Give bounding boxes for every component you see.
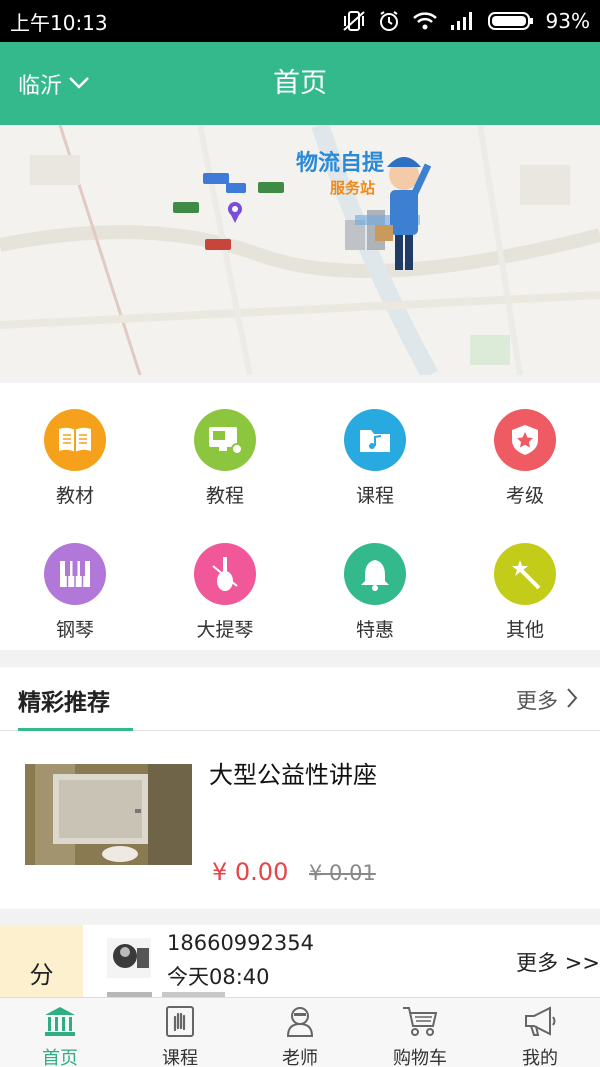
- category-tutorial[interactable]: 教程: [150, 383, 300, 507]
- star-shield-icon: [494, 409, 556, 471]
- tab-label: 购物车: [393, 1048, 447, 1067]
- category-exam[interactable]: 考级: [450, 383, 600, 507]
- course-title[interactable]: 大型公益性讲座: [209, 755, 377, 790]
- signal-icon: [450, 11, 476, 31]
- category-label: 教材: [55, 485, 94, 507]
- category-textbook[interactable]: 教材: [0, 383, 150, 507]
- banner-heading: 物流自提: [296, 150, 385, 176]
- battery-icon: [487, 11, 534, 31]
- city-label: 临沂: [18, 73, 63, 99]
- share-user-phone: 18660992354: [167, 931, 314, 955]
- wifi-icon: [412, 11, 438, 31]
- share-feed: 分 18660992354 今天08:40 更多 >>: [0, 925, 600, 997]
- category-label: 教程: [205, 485, 244, 507]
- book-icon: [44, 409, 106, 471]
- tab-indicator: [18, 728, 133, 731]
- category-label: 特惠: [355, 619, 394, 641]
- monitor-icon: [194, 409, 256, 471]
- share-tag: 分: [0, 925, 83, 997]
- music-folder-icon: [344, 409, 406, 471]
- category-grid: 教材 教程 课程 考级 钢琴 大提琴 特惠 其他: [0, 383, 600, 650]
- category-other[interactable]: 其他: [450, 517, 600, 641]
- tab-recommend[interactable]: 精彩推荐: [18, 683, 110, 717]
- feed-more-button[interactable]: 更多 >>: [516, 947, 600, 977]
- tab-label: 我的: [522, 1048, 558, 1067]
- battery-percent: 93%: [545, 9, 590, 33]
- tab-label: 课程: [162, 1048, 198, 1067]
- course-original-price: ¥ 0.01: [309, 861, 376, 885]
- map-illustration: 物流自提 服务站: [0, 125, 600, 375]
- chevron-right-icon: [566, 687, 578, 714]
- bank-icon: [42, 1004, 78, 1042]
- tab-label: 老师: [282, 1048, 318, 1067]
- tab-teachers[interactable]: 老师: [240, 998, 360, 1067]
- banner-subheading: 服务站: [330, 179, 375, 197]
- app-header: 临沂 首页: [0, 42, 600, 125]
- magic-wand-icon: [494, 543, 556, 605]
- tab-mine[interactable]: 我的: [480, 998, 600, 1067]
- category-label: 钢琴: [55, 619, 94, 641]
- course-price: ¥ 0.00: [212, 858, 289, 886]
- share-time: 今天08:40: [167, 965, 270, 989]
- category-course[interactable]: 课程: [300, 383, 450, 507]
- vibrate-mute-icon: [342, 10, 366, 32]
- category-label: 大提琴: [196, 619, 254, 641]
- bell-icon: [344, 543, 406, 605]
- city-selector[interactable]: 临沂: [18, 42, 90, 125]
- category-label: 考级: [505, 485, 544, 507]
- tab-label: 首页: [42, 1048, 78, 1067]
- cello-icon: [194, 543, 256, 605]
- recommend-section: 精彩推荐 更多 大型公益性讲座 ¥ 0.00 ¥ 0.01: [0, 667, 600, 909]
- chevron-down-icon: [68, 71, 90, 96]
- category-discount[interactable]: 特惠: [300, 517, 450, 641]
- more-button[interactable]: 更多: [516, 685, 578, 715]
- status-bar: 上午10:13 93%: [0, 0, 600, 42]
- tab-home[interactable]: 首页: [0, 998, 120, 1067]
- promo-banner[interactable]: 物流自提 服务站: [0, 125, 600, 375]
- megaphone-icon: [522, 1004, 558, 1042]
- category-label: 课程: [355, 485, 394, 507]
- bottom-tab-bar: 首页 课程 老师 购物车 我的: [0, 997, 600, 1067]
- alarm-icon: [378, 10, 400, 32]
- category-cello[interactable]: 大提琴: [150, 517, 300, 641]
- teacher-icon: [283, 1004, 317, 1042]
- avatar[interactable]: [107, 938, 151, 978]
- category-label: 其他: [505, 619, 544, 641]
- course-thumbnail[interactable]: [25, 764, 192, 865]
- tab-courses[interactable]: 课程: [120, 998, 240, 1067]
- more-label: 更多: [516, 689, 558, 713]
- piano-icon: [44, 543, 106, 605]
- cart-icon: [401, 1004, 439, 1042]
- tab-cart[interactable]: 购物车: [360, 998, 480, 1067]
- category-piano[interactable]: 钢琴: [0, 517, 150, 641]
- status-time: 上午10:13: [10, 10, 108, 35]
- hand-book-icon: [163, 1004, 197, 1042]
